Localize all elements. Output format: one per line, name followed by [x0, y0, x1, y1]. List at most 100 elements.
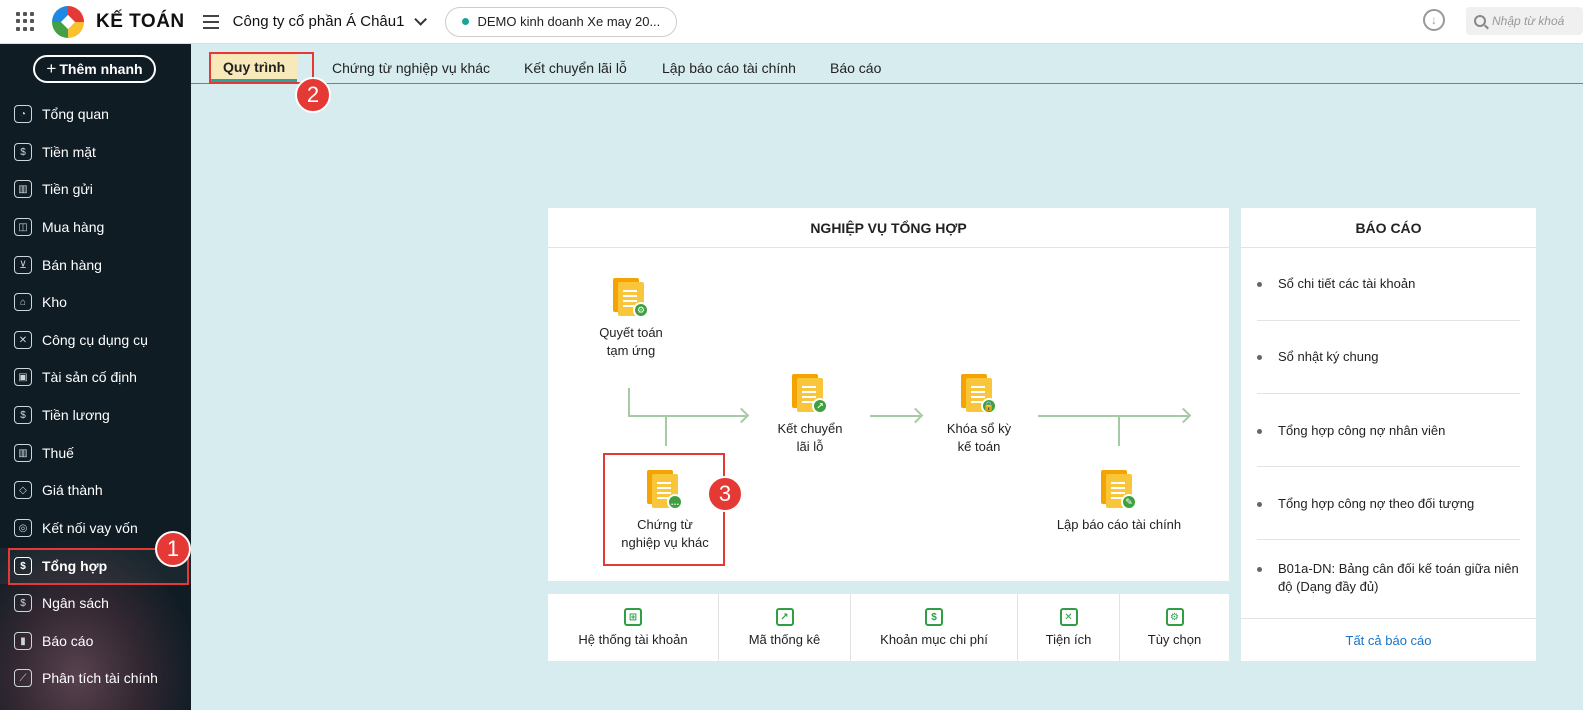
node-label: tạm ứng	[606, 343, 656, 358]
divider	[1257, 466, 1520, 467]
sidebar-item-payroll[interactable]: $ Tiền lương	[0, 397, 191, 433]
sidebar-item-tax[interactable]: ▥ Thuế	[0, 435, 191, 471]
tax-building-icon: ▥	[14, 444, 32, 462]
sidebar-item-label: Tài sản cố định	[42, 369, 137, 385]
report-link[interactable]: Sổ chi tiết các tài khoản	[1257, 275, 1520, 293]
tab-other-vouchers[interactable]: Chứng từ nghiệp vụ khác	[320, 54, 502, 82]
report-link[interactable]: Tổng hợp công nợ theo đối tượng	[1257, 495, 1520, 513]
node-label: Quyết toán	[599, 325, 663, 340]
node-label: Lập báo cáo tài chính	[1056, 517, 1182, 532]
tab-bar: Quy trình Chứng từ nghiệp vụ khác Kết ch…	[191, 44, 1583, 84]
app-name: KẾ TOÁN	[96, 10, 185, 32]
search-placeholder: Nhập từ khoá	[1492, 14, 1565, 28]
sidebar-item-tools[interactable]: ✕ Công cụ dụng cụ	[0, 322, 191, 358]
sidebar-item-label: Ngân sách	[42, 595, 109, 611]
quick-add-label: Thêm nhanh	[59, 61, 143, 77]
step-badge-1: 1	[155, 531, 191, 567]
money-bag-icon: $	[14, 143, 32, 161]
sidebar-item-label: Thuế	[42, 445, 74, 461]
node-label: kế toán	[957, 439, 1001, 454]
divider	[1257, 320, 1520, 321]
node-profit-loss-transfer[interactable]: ↗ Kết chuyển lãi lỗ	[764, 374, 856, 456]
sidebar-item-sales[interactable]: ⊻ Bán hàng	[0, 247, 191, 283]
trend-icon: ↗	[775, 608, 794, 626]
settlement-document-icon: ⚙	[613, 278, 649, 318]
tool-label: Tiện ích	[1045, 632, 1092, 647]
search-icon	[1474, 15, 1486, 27]
report-link[interactable]: B01a-DN: Bảng cân đối kế toán giữa niên …	[1257, 560, 1520, 596]
apps-grid-icon[interactable]	[16, 11, 36, 32]
tool-statistic-code[interactable]: ↗ Mã thống kê	[719, 594, 851, 661]
sidebar-item-budget[interactable]: $ Ngân sách	[0, 585, 191, 621]
quick-add-button[interactable]: + Thêm nhanh	[33, 55, 156, 83]
flow-arrow	[1038, 415, 1188, 417]
tools-icon: ✕	[1059, 608, 1078, 626]
price-tag-icon: ◇	[14, 481, 32, 499]
tab-profit-loss-transfer[interactable]: Kết chuyển lãi lỗ	[512, 54, 639, 82]
step-badge-3: 3	[707, 476, 743, 512]
report-edit-icon: ✎	[1101, 470, 1137, 510]
node-lock-period[interactable]: 🔒 Khóa sổ kỳ kế toán	[933, 374, 1025, 456]
sidebar-item-warehouse[interactable]: ⌂ Kho	[0, 284, 191, 320]
bar-chart-icon: ▮	[14, 632, 32, 650]
reports-panel: BÁO CÁO Sổ chi tiết các tài khoản Sổ nhậ…	[1241, 208, 1536, 661]
search-input[interactable]: Nhập từ khoá	[1466, 7, 1583, 35]
expense-doc-icon: $	[925, 608, 943, 626]
report-link[interactable]: Sổ nhật ký chung	[1257, 348, 1520, 366]
flow-arrow	[628, 415, 746, 417]
tools-icon: ✕	[14, 331, 32, 349]
download-icon[interactable]: ↓	[1423, 9, 1445, 31]
app-logo[interactable]: KẾ TOÁN	[52, 5, 185, 38]
flow-connector	[665, 416, 667, 446]
tool-label: Tùy chọn	[1147, 632, 1202, 647]
sidebar-item-purchase[interactable]: ◫ Mua hàng	[0, 209, 191, 245]
sidebar-item-label: Tiền lương	[42, 407, 110, 423]
sidebar-item-label: Kho	[42, 294, 67, 310]
report-link[interactable]: Tổng hợp công nợ nhân viên	[1257, 422, 1520, 440]
database-selector[interactable]: DEMO kinh doanh Xe may 20...	[445, 6, 678, 37]
tool-label: Khoản mục chi phí	[880, 632, 988, 647]
step-badge-2: 2	[295, 77, 331, 113]
status-dot-icon	[462, 18, 470, 25]
hierarchy-icon: ⊞	[624, 608, 642, 626]
sidebar-item-cost[interactable]: ◇ Giá thành	[0, 472, 191, 508]
sidebar-item-deposit[interactable]: ▥ Tiền gửi	[0, 171, 191, 207]
company-selector[interactable]: Công ty cổ phần Á Châu1	[232, 13, 428, 30]
pie-chart-icon: ◔	[14, 105, 32, 123]
cart-icon: ⊻	[14, 256, 32, 274]
tab-financial-report[interactable]: Lập báo cáo tài chính	[650, 54, 808, 82]
company-name: Công ty cổ phần Á Châu1	[232, 13, 405, 30]
tool-options[interactable]: ⚙ Tùy chọn	[1120, 594, 1229, 661]
sidebar-item-label: Tiền gửi	[42, 181, 93, 197]
highlight-box-tab	[209, 52, 314, 84]
node-settle-advance[interactable]: ⚙ Quyết toán tạm ứng	[586, 278, 676, 360]
top-bar: KẾ TOÁN Công ty cổ phần Á Châu1 DEMO kin…	[0, 0, 1583, 44]
sidebar-item-fixed-assets[interactable]: ▣ Tài sản cố định	[0, 359, 191, 395]
sidebar-item-cash[interactable]: $ Tiền mặt	[0, 134, 191, 170]
logo-icon	[52, 5, 84, 38]
divider	[1257, 539, 1520, 540]
plus-icon: +	[46, 59, 57, 78]
sidebar-item-financial-analysis[interactable]: ⟋ Phân tích tài chính	[0, 660, 191, 696]
sidebar-item-label: Kết nối vay vốn	[42, 520, 138, 536]
node-financial-report[interactable]: ✎ Lập báo cáo tài chính	[1044, 470, 1194, 534]
tool-expense-items[interactable]: $ Khoản mục chi phí	[851, 594, 1018, 661]
sidebar-item-label: Giá thành	[42, 482, 103, 498]
menu-icon[interactable]	[202, 14, 219, 29]
shopping-bag-icon: ◫	[14, 218, 32, 236]
all-reports-link[interactable]: Tất cả báo cáo	[1241, 618, 1536, 661]
database-name: DEMO kinh doanh Xe may 20...	[477, 14, 661, 29]
tool-label: Mã thống kê	[748, 632, 821, 647]
tools-bar: ⊞ Hệ thống tài khoản ↗ Mã thống kê $ Khoản …	[548, 594, 1229, 661]
reports-title: BÁO CÁO	[1241, 208, 1536, 248]
gear-icon: ⚙	[1165, 608, 1184, 626]
sidebar-item-label: Tổng quan	[42, 106, 109, 122]
divider	[1257, 393, 1520, 394]
sidebar-item-reports[interactable]: ▮ Báo cáo	[0, 623, 191, 659]
sidebar-item-overview[interactable]: ◔ Tổng quan	[0, 96, 191, 132]
warehouse-icon: ⌂	[14, 293, 32, 311]
tool-chart-of-accounts[interactable]: ⊞ Hệ thống tài khoản	[548, 594, 719, 661]
tool-utilities[interactable]: ✕ Tiện ích	[1018, 594, 1120, 661]
payroll-icon: $	[14, 406, 32, 424]
tab-reports[interactable]: Báo cáo	[818, 54, 893, 82]
